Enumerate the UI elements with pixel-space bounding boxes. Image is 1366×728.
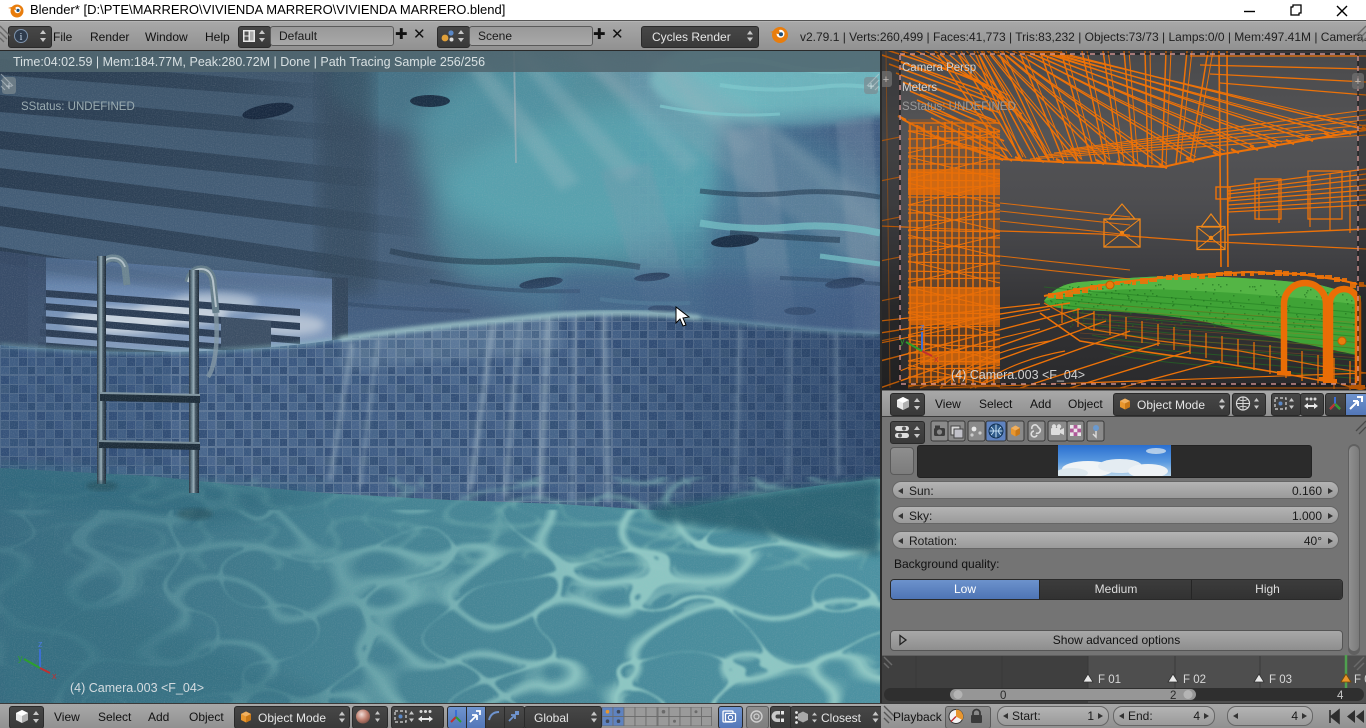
svg-text:y: y — [900, 336, 905, 346]
svg-text:0: 0 — [1000, 690, 1006, 702]
svg-text:z: z — [920, 322, 925, 332]
svg-text:Camera Persp: Camera Persp — [902, 62, 976, 74]
svg-text:SStatus: UNDEFINED: SStatus: UNDEFINED — [902, 101, 1016, 113]
svg-text:x: x — [934, 354, 939, 364]
svg-text:z: z — [38, 639, 43, 649]
svg-text:+: + — [883, 74, 889, 86]
svg-text:Time:04:02.59 | Mem:184.77M, P: Time:04:02.59 | Mem:184.77M, Peak:280.72… — [13, 55, 485, 69]
svg-text:F 01: F 01 — [1098, 674, 1121, 686]
svg-text:(4) Camera.003 <F_04>: (4) Camera.003 <F_04> — [951, 368, 1085, 382]
svg-text:Meters: Meters — [902, 82, 937, 94]
svg-text:F 0: F 0 — [1354, 674, 1366, 686]
svg-text:i: i — [20, 32, 23, 43]
svg-text:F 02: F 02 — [1183, 674, 1206, 686]
svg-text:(4) Camera.003 <F_04>: (4) Camera.003 <F_04> — [70, 681, 204, 695]
svg-text:F 03: F 03 — [1269, 674, 1292, 686]
svg-text:SStatus: UNDEFINED: SStatus: UNDEFINED — [21, 101, 135, 113]
svg-text:4: 4 — [1337, 690, 1344, 702]
svg-text:2: 2 — [1170, 690, 1176, 702]
svg-text:x: x — [52, 671, 57, 681]
svg-text:y: y — [18, 653, 23, 663]
svg-text:+: + — [1355, 76, 1361, 88]
